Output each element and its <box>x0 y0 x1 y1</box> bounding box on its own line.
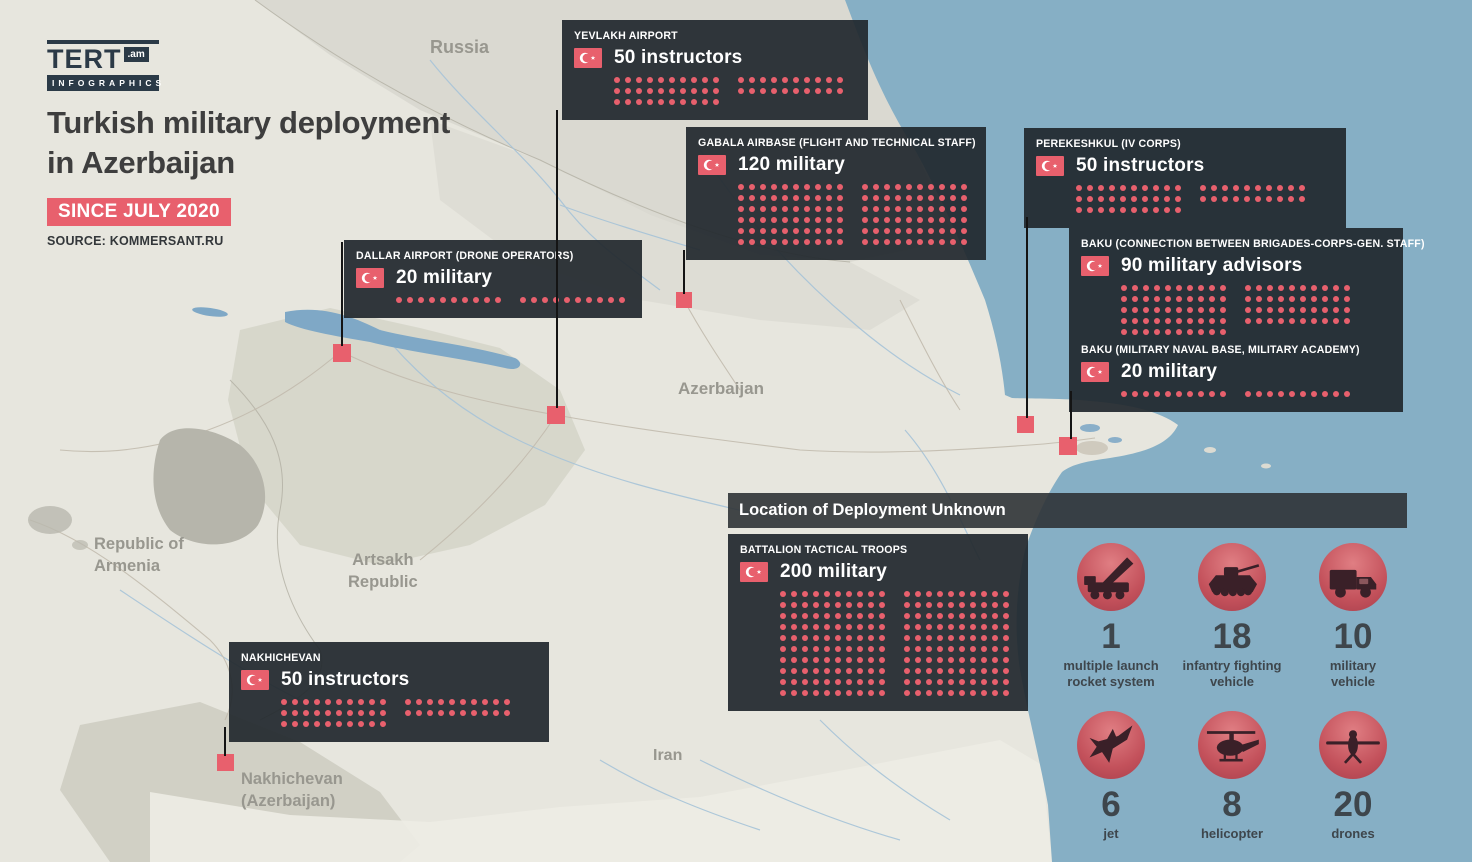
map-marker-yevlakh <box>547 406 565 424</box>
callout-title: GABALA AIRBASE (FLIGHT AND TECHNICAL STA… <box>698 137 974 149</box>
callout-value: 50 instructors <box>614 47 742 69</box>
connector-yevlakh <box>556 110 558 408</box>
turkey-flag-icon <box>356 268 384 288</box>
callout-value: 120 military <box>738 154 845 176</box>
stat-label: military vehicle <box>1293 658 1413 691</box>
jet-icon <box>1077 711 1145 779</box>
stat-label: jet <box>1051 826 1171 842</box>
stat-mlrs: 1 multiple launch rocket system <box>1051 543 1171 691</box>
callout-value: 50 instructors <box>281 669 409 691</box>
stat-label: infantry fighting vehicle <box>1172 658 1292 691</box>
header: TERT .am INFOGRAPHICS Turkish military d… <box>47 40 450 248</box>
callout-baku-staff: BAKU (CONNECTION BETWEEN BRIGADES-CORPS-… <box>1081 238 1391 335</box>
helicopter-icon <box>1198 711 1266 779</box>
source-credit: SOURCE: KOMMERSANT.RU <box>47 234 450 248</box>
callout-title: BATTALION TACTICAL TROOPS <box>740 544 1016 556</box>
connector-dallar <box>341 242 343 346</box>
dot-grid <box>1121 391 1391 397</box>
callout-value: 90 military advisors <box>1121 255 1302 277</box>
map-marker-dallar <box>333 344 351 362</box>
stat-label: multiple launch rocket system <box>1051 658 1171 691</box>
callout-value: 200 military <box>780 561 887 583</box>
dot-grid <box>738 184 974 245</box>
stat-value: 8 <box>1172 787 1292 822</box>
callout-battalion: BATTALION TACTICAL TROOPS 200 military <box>728 534 1028 711</box>
callout-perekeshkul: PEREKESHKUL (IV CORPS) 50 instructors <box>1024 128 1346 228</box>
stat-label: helicopter <box>1172 826 1292 842</box>
stat-value: 10 <box>1293 619 1413 654</box>
dot-grid <box>1121 285 1391 335</box>
turkey-flag-icon <box>241 670 269 690</box>
turkey-flag-icon <box>574 48 602 68</box>
logo-wordmark: TERT <box>47 46 122 73</box>
callout-value: 50 instructors <box>1076 155 1204 177</box>
dot-grid <box>780 591 1016 696</box>
dot-grid <box>1076 185 1334 213</box>
connector-gabala <box>683 250 685 294</box>
callout-dallar: DALLAR AIRPORT (DRONE OPERATORS) 20 mili… <box>344 240 642 318</box>
callout-title: NAKHICHEVAN <box>241 652 537 664</box>
connector-perekeshkul <box>1026 217 1028 418</box>
callout-title: DALLAR AIRPORT (DRONE OPERATORS) <box>356 250 630 262</box>
stat-drones: 20 drones <box>1293 711 1413 842</box>
callout-value: 20 military <box>1121 361 1217 383</box>
dot-grid <box>281 699 537 727</box>
stat-value: 6 <box>1051 787 1171 822</box>
map-label-iran: Iran <box>653 745 682 766</box>
stat-value: 18 <box>1172 619 1292 654</box>
connector-baku <box>1070 391 1072 439</box>
mlrs-icon <box>1077 543 1145 611</box>
stat-value: 1 <box>1051 619 1171 654</box>
stat-label: drones <box>1293 826 1413 842</box>
turkey-flag-icon <box>1081 256 1109 276</box>
dot-grid <box>396 297 630 303</box>
callout-yevlakh: YEVLAKH AIRPORT 50 instructors <box>562 20 868 120</box>
page-title: Turkish military deployment in Azerbaija… <box>47 103 450 184</box>
map-label-azerbaijan: Azerbaijan <box>678 378 764 400</box>
stat-jet: 6 jet <box>1051 711 1171 842</box>
tert-logo: TERT .am INFOGRAPHICS <box>47 40 159 91</box>
map-marker-baku <box>1059 437 1077 455</box>
infographic-canvas: Russia Azerbaijan Republic of Armenia Ar… <box>0 0 1472 862</box>
map-marker-perekeshkul <box>1017 416 1034 433</box>
callout-baku: BAKU (CONNECTION BETWEEN BRIGADES-CORPS-… <box>1069 228 1403 412</box>
stat-military-vehicle: 10 military vehicle <box>1293 543 1413 691</box>
map-label-nakhichevan-region: Nakhichevan (Azerbaijan) <box>241 769 343 813</box>
map-marker-nakhichevan <box>217 754 234 771</box>
logo-domain-suffix: .am <box>124 47 149 62</box>
drone-icon <box>1319 711 1387 779</box>
callout-title: BAKU (MILITARY NAVAL BASE, MILITARY ACAD… <box>1081 344 1391 356</box>
callout-nakhichevan: NAKHICHEVAN 50 instructors <box>229 642 549 742</box>
turkey-flag-icon <box>740 562 768 582</box>
callout-title: PEREKESHKUL (IV CORPS) <box>1036 138 1334 150</box>
map-label-armenia: Republic of Armenia <box>94 534 184 578</box>
stat-value: 20 <box>1293 787 1413 822</box>
ifv-icon <box>1198 543 1266 611</box>
turkey-flag-icon <box>1081 362 1109 382</box>
map-marker-gabala <box>676 292 692 308</box>
turkey-flag-icon <box>1036 156 1064 176</box>
callout-baku-naval: BAKU (MILITARY NAVAL BASE, MILITARY ACAD… <box>1081 344 1391 397</box>
turkey-flag-icon <box>698 155 726 175</box>
logo-subtitle: INFOGRAPHICS <box>47 75 159 91</box>
callout-title: BAKU (CONNECTION BETWEEN BRIGADES-CORPS-… <box>1081 238 1391 250</box>
stat-helicopter: 8 helicopter <box>1172 711 1292 842</box>
callout-gabala: GABALA AIRBASE (FLIGHT AND TECHNICAL STA… <box>686 127 986 260</box>
military-vehicle-icon <box>1319 543 1387 611</box>
connector-nakhichevan <box>224 727 226 756</box>
callout-title: YEVLAKH AIRPORT <box>574 30 856 42</box>
callout-value: 20 military <box>396 267 492 289</box>
map-label-artsakh: Artsakh Republic <box>348 550 418 594</box>
since-badge: SINCE JULY 2020 <box>47 198 231 226</box>
unknown-location-header: Location of Deployment Unknown <box>728 493 1407 528</box>
dot-grid <box>614 77 856 105</box>
stat-ifv: 18 infantry fighting vehicle <box>1172 543 1292 691</box>
